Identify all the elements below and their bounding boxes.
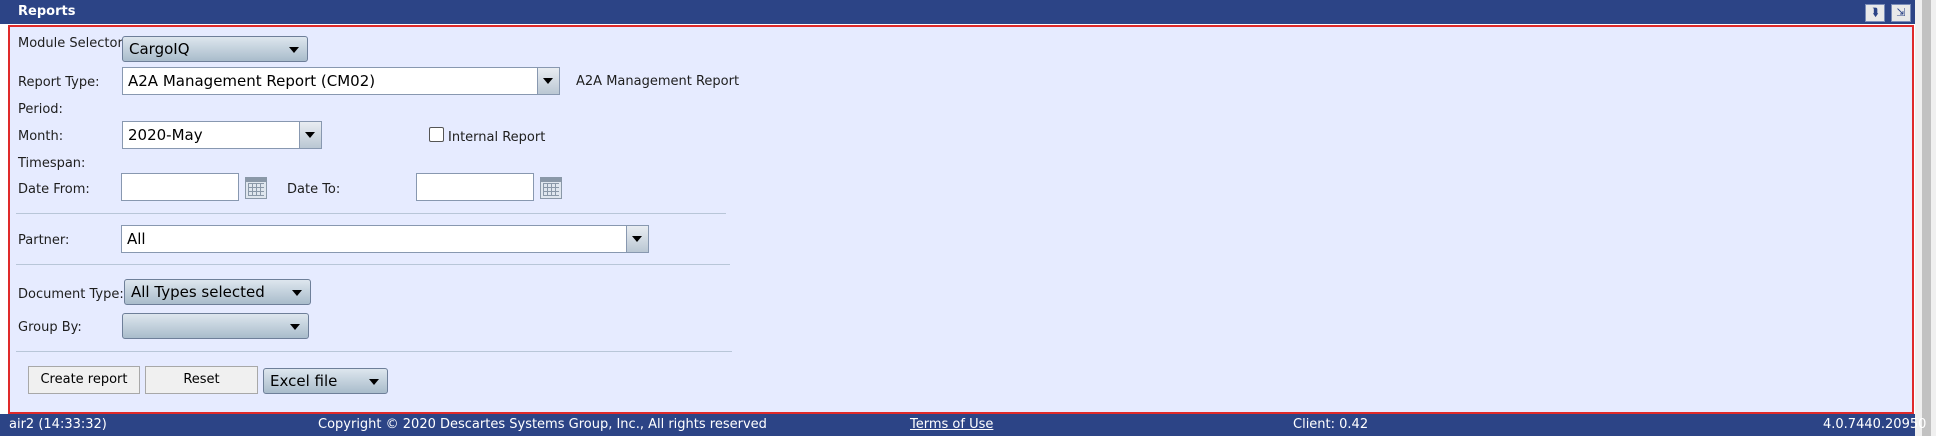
terms-of-use-link[interactable]: Terms of Use (910, 417, 993, 432)
month-label: Month: (18, 129, 64, 144)
group-by-dropdown[interactable] (122, 313, 309, 339)
create-report-button[interactable]: Create report (28, 366, 140, 394)
popout-window-icon: ⇲ (1896, 6, 1906, 19)
collapse-button[interactable]: ⮯ (1865, 4, 1885, 22)
scrollbar-thumb[interactable] (1922, 0, 1931, 436)
date-to-label: Date To: (287, 182, 341, 197)
internal-report-label: Internal Report (448, 130, 546, 145)
date-from-label: Date From: (18, 182, 90, 197)
divider (16, 351, 732, 352)
partner-label: Partner: (18, 233, 70, 248)
output-format-value: Excel file (270, 372, 338, 390)
timespan-label: Timespan: (18, 156, 86, 171)
copyright-text: Copyright © 2020 Descartes Systems Group… (318, 417, 767, 432)
session-status: air2 (14:33:32) (9, 417, 107, 432)
chevron-down-icon (292, 290, 302, 296)
date-to-input[interactable] (416, 173, 534, 201)
module-selector-dropdown[interactable]: CargoIQ (122, 36, 308, 62)
status-footer: air2 (14:33:32) Copyright © 2020 Descart… (0, 414, 1926, 436)
internal-report-checkbox[interactable] (429, 127, 444, 142)
partner-value: All (127, 230, 146, 248)
divider (16, 213, 726, 214)
report-type-dropdown-button[interactable] (537, 68, 559, 94)
document-type-dropdown[interactable]: All Types selected (124, 279, 311, 305)
chevron-down-icon (632, 236, 642, 242)
document-type-value: All Types selected (131, 283, 265, 301)
output-format-dropdown[interactable]: Excel file (263, 368, 388, 394)
title-bar: Reports ⮯ ⇲ (0, 0, 1915, 24)
document-type-label: Document Type: (18, 287, 124, 302)
divider (16, 264, 730, 265)
popout-button[interactable]: ⇲ (1891, 4, 1911, 22)
calendar-icon (543, 183, 559, 196)
month-value: 2020-May (128, 126, 203, 144)
partner-combobox[interactable]: All (121, 225, 649, 253)
reset-button[interactable]: Reset (145, 366, 258, 394)
date-from-input[interactable] (121, 173, 239, 201)
report-type-label: Report Type: (18, 75, 100, 90)
double-chevron-down-icon: ⮯ (1871, 6, 1879, 19)
date-from-calendar-button[interactable] (245, 177, 267, 199)
app-version: 4.0.7440.20950 (1823, 417, 1927, 432)
chevron-down-icon (369, 379, 379, 385)
month-combobox[interactable]: 2020-May (122, 121, 322, 149)
client-version: Client: 0.42 (1293, 417, 1369, 432)
calendar-icon (248, 183, 264, 196)
report-type-description: A2A Management Report (576, 74, 740, 89)
group-by-label: Group By: (18, 320, 82, 335)
chevron-down-icon (290, 324, 300, 330)
report-type-combobox[interactable]: A2A Management Report (CM02) (122, 67, 560, 95)
chevron-down-icon (543, 78, 553, 84)
date-to-calendar-button[interactable] (540, 177, 562, 199)
panel-title: Reports (18, 4, 76, 19)
partner-dropdown-button[interactable] (626, 226, 648, 252)
month-dropdown-button[interactable] (299, 122, 321, 148)
report-type-value: A2A Management Report (CM02) (128, 72, 376, 90)
module-selector-value: CargoIQ (129, 40, 190, 58)
period-label: Period: (18, 102, 63, 117)
module-selector-label: Module Selector: (18, 36, 127, 51)
chevron-down-icon (305, 132, 315, 138)
chevron-down-icon (289, 47, 299, 53)
